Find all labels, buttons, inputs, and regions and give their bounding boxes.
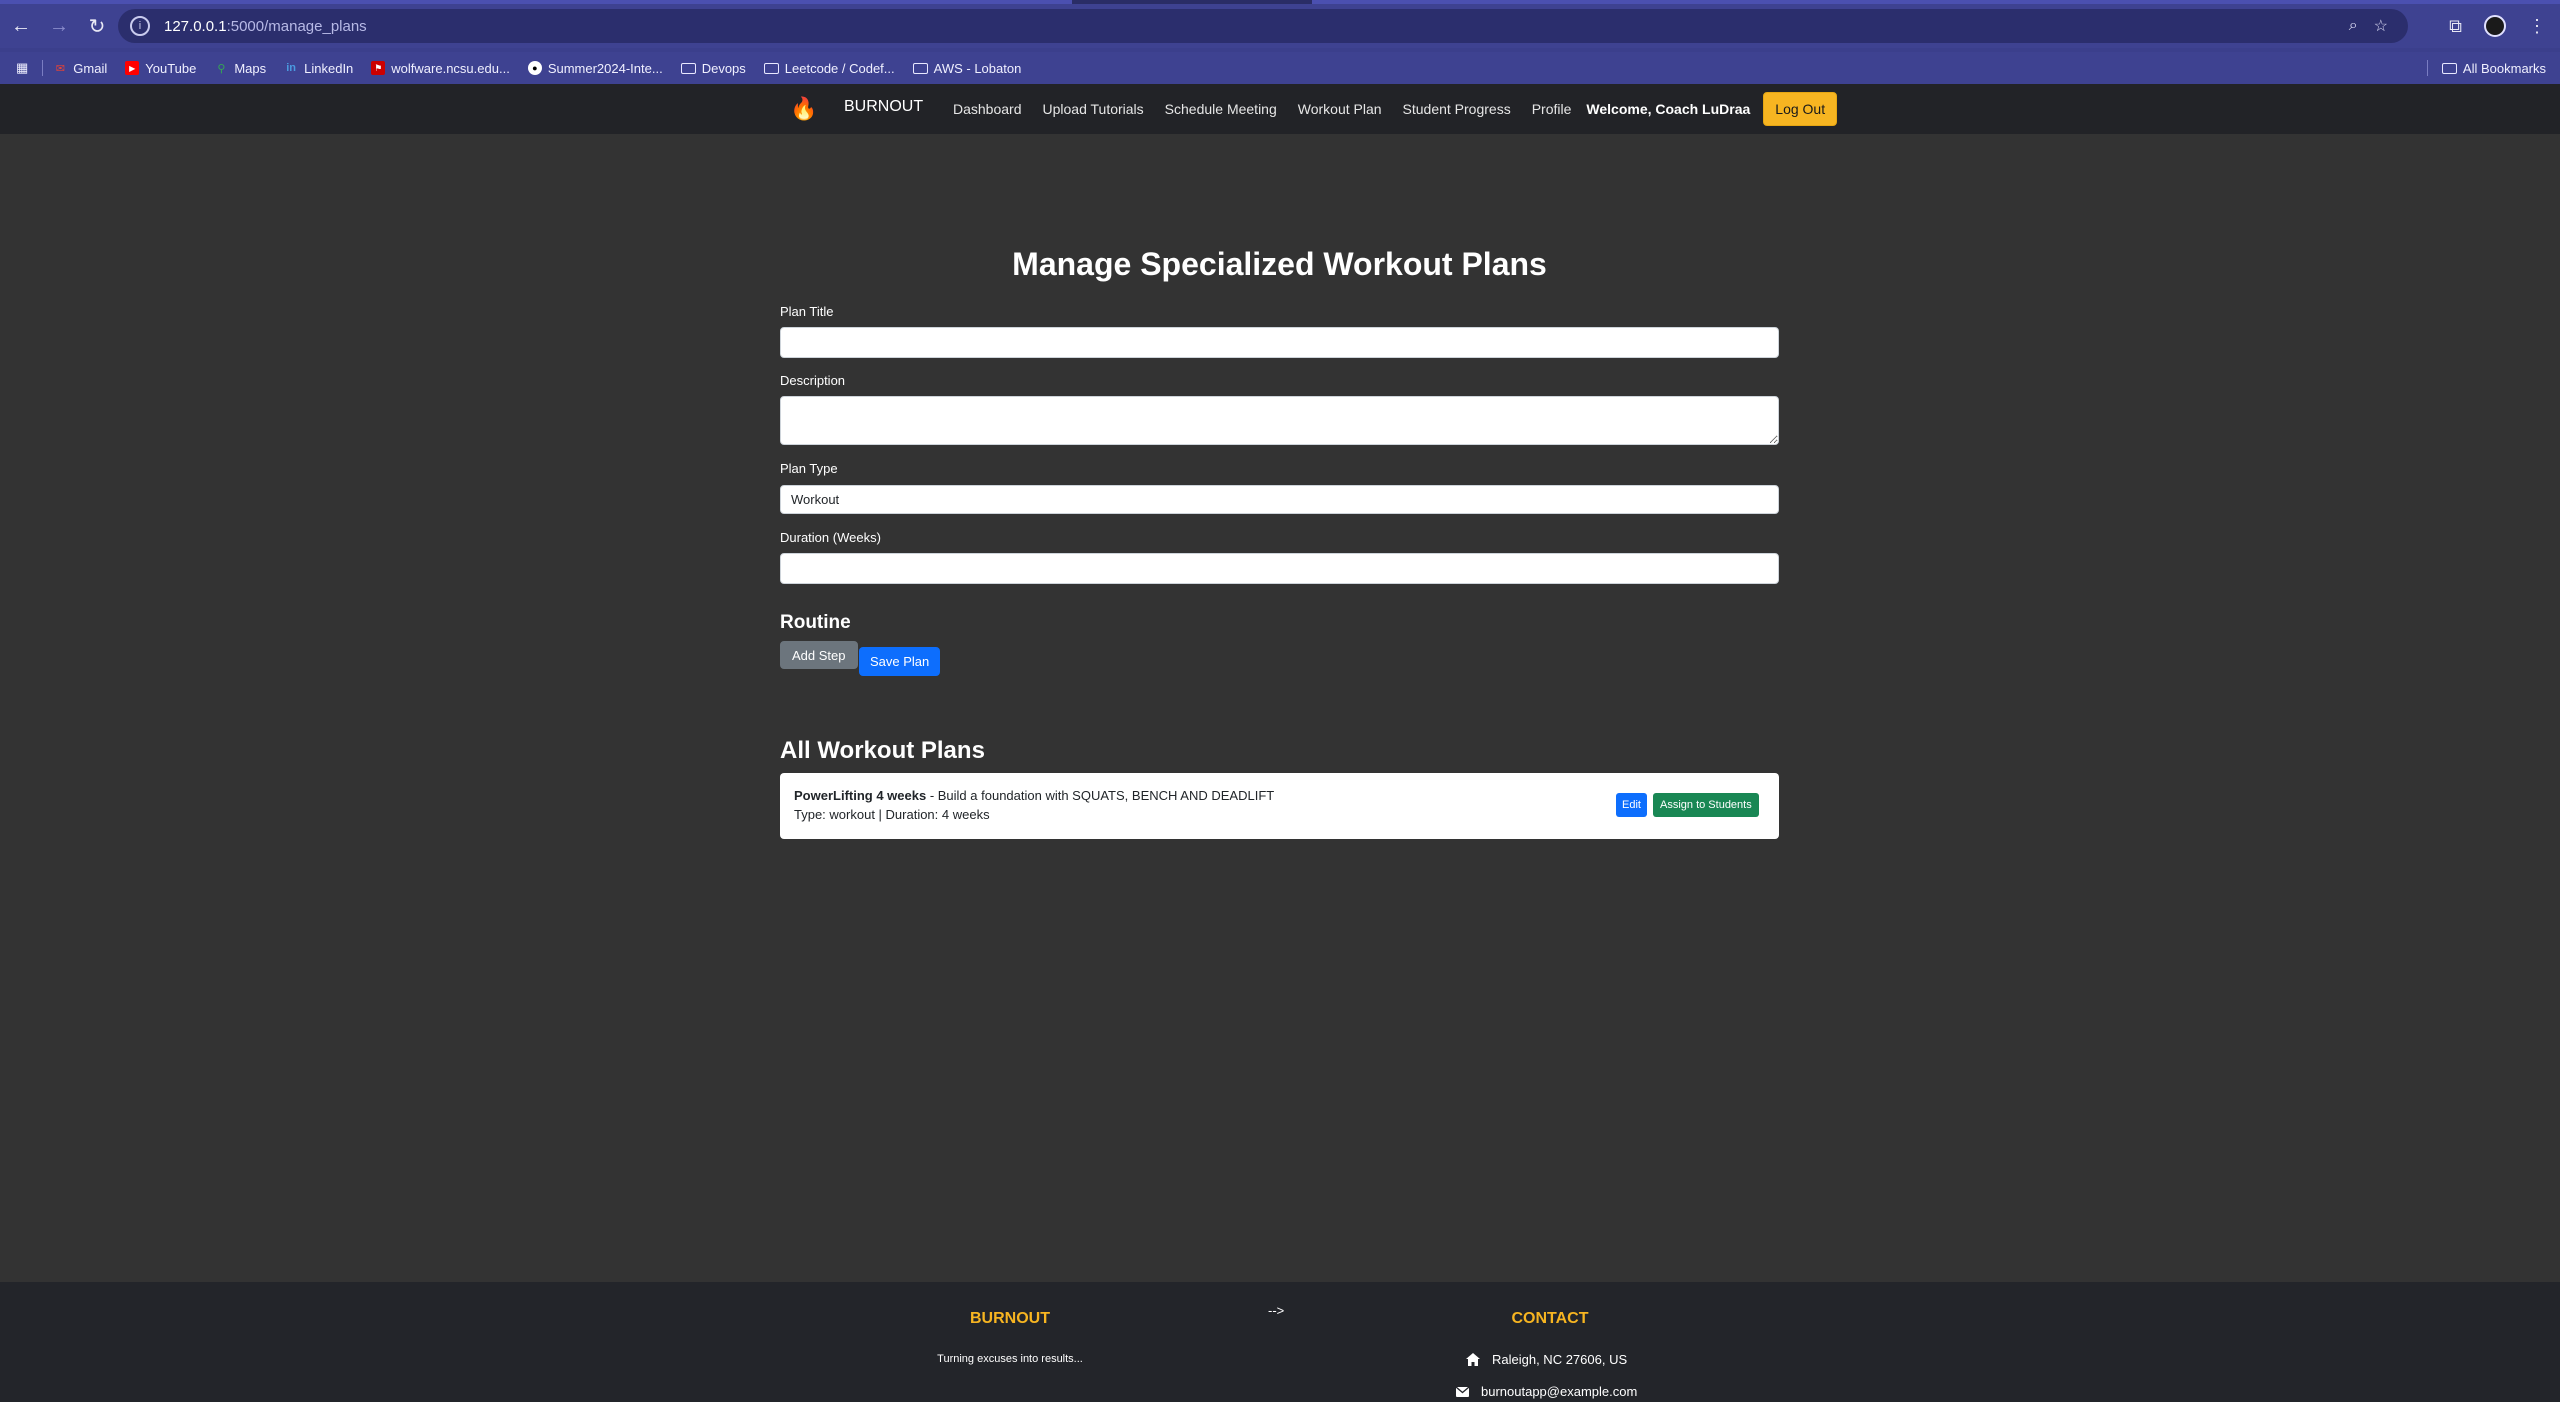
ncsu-icon: ⚑: [371, 61, 386, 75]
footer-address: Raleigh, NC 27606, US: [1466, 1352, 1627, 1367]
bookmark-label: LinkedIn: [304, 60, 354, 76]
footer-contact-heading: CONTACT: [1511, 1310, 1589, 1327]
profile-avatar-icon[interactable]: [2484, 15, 2506, 37]
edit-plan-button[interactable]: Edit: [1616, 793, 1647, 817]
url-text[interactable]: 127.0.0.1:5000/manage_plans: [164, 18, 367, 35]
bookmark-label: YouTube: [145, 60, 197, 76]
duration-label: Duration (Weeks): [780, 530, 881, 545]
apps-grid-icon[interactable]: ▦: [16, 60, 28, 76]
plan-name: PowerLifting 4 weeks: [794, 788, 927, 803]
gmail-icon: ✉: [55, 62, 65, 75]
footer-stray-text: -->: [1268, 1303, 1285, 1318]
bookmarks-divider: [2426, 60, 2428, 76]
forward-icon[interactable]: →: [42, 9, 76, 43]
flame-logo-icon[interactable]: 🔥: [790, 96, 817, 122]
page-title: Manage Specialized Workout Plans: [1012, 246, 1547, 282]
menu-kebab-icon[interactable]: ⋮: [2528, 16, 2546, 37]
footer-email[interactable]: burnoutapp@example.com: [1456, 1384, 1637, 1399]
plan-title-input[interactable]: [780, 327, 1779, 358]
bookmark-label: Gmail: [73, 60, 108, 76]
bookmark-maps[interactable]: ⚲ Maps: [214, 61, 266, 76]
zoom-icon[interactable]: ⌕: [2349, 17, 2358, 35]
plan-description: - Build a foundation with SQUATS, BENCH …: [926, 788, 1275, 803]
bookmark-label: Devops: [701, 60, 746, 76]
bookmark-label: Maps: [234, 60, 267, 76]
bookmark-leetcode[interactable]: Leetcode / Codef...: [763, 60, 895, 76]
bookmark-label: Leetcode / Codef...: [784, 60, 895, 76]
browser-toolbar: ← → ↻ i 127.0.0.1:5000/manage_plans ⌕ ☆ …: [0, 0, 2560, 52]
bookmarks-bar: ▦ ✉ Gmail ▶ YouTube ⚲ Maps in LinkedIn ⚑ wolf…: [0, 52, 2560, 84]
add-step-button[interactable]: Add Step: [780, 641, 858, 669]
back-icon[interactable]: ←: [4, 9, 38, 43]
bookmark-label: Summer2024-Inte...: [547, 60, 663, 76]
site-info-icon[interactable]: i: [130, 16, 150, 36]
footer-tagline: Turning excuses into results...: [937, 1353, 1083, 1365]
url-host: 127.0.0.1: [164, 17, 227, 35]
bookmark-star-icon[interactable]: ☆: [2374, 16, 2388, 36]
footer: BURNOUT Turning excuses into results... …: [0, 1282, 2560, 1402]
footer-address-text: Raleigh, NC 27606, US: [1492, 1352, 1628, 1367]
youtube-icon: ▶: [125, 61, 140, 75]
folder-icon: [2441, 62, 2457, 74]
duration-input[interactable]: [780, 553, 1779, 584]
logout-button[interactable]: Log Out: [1763, 92, 1838, 126]
maps-icon: ⚲: [217, 62, 226, 75]
bookmark-label: AWS - Lobaton: [933, 60, 1022, 76]
bookmark-label: wolfware.ncsu.edu...: [391, 60, 510, 76]
nav-workout-plan[interactable]: Workout Plan: [1298, 101, 1382, 117]
bookmark-devops[interactable]: Devops: [680, 60, 746, 76]
plan-summary: PowerLifting 4 weeks - Build a foundatio…: [794, 788, 1274, 803]
folder-icon: [680, 62, 696, 74]
bookmark-summer2024[interactable]: ● Summer2024-Inte...: [527, 60, 663, 76]
description-textarea[interactable]: [780, 396, 1779, 445]
assign-students-button[interactable]: Assign to Students: [1653, 793, 1759, 817]
bookmark-aws[interactable]: AWS - Lobaton: [912, 60, 1022, 76]
all-bookmarks[interactable]: All Bookmarks: [2423, 52, 2546, 84]
nav-dashboard[interactable]: Dashboard: [953, 101, 1022, 117]
all-bookmarks-label: All Bookmarks: [2462, 60, 2546, 76]
welcome-text: Welcome, Coach LuDraa: [1586, 101, 1751, 117]
folder-icon: [912, 62, 928, 74]
nav-student-progress[interactable]: Student Progress: [1403, 101, 1511, 117]
nav-schedule-meeting[interactable]: Schedule Meeting: [1165, 101, 1277, 117]
reload-icon[interactable]: ↻: [80, 9, 114, 43]
plan-meta: Type: workout | Duration: 4 weeks: [794, 807, 990, 822]
footer-brand: BURNOUT: [970, 1310, 1050, 1327]
bookmark-wolfware[interactable]: ⚑ wolfware.ncsu.edu...: [371, 61, 510, 76]
plan-card: PowerLifting 4 weeks - Build a foundatio…: [780, 773, 1779, 839]
app-navbar: 🔥 BURNOUT Dashboard Upload Tutorials Sch…: [0, 84, 2560, 134]
envelope-icon: [1456, 1386, 1469, 1397]
folder-icon: [763, 62, 779, 74]
routine-heading: Routine: [780, 612, 851, 633]
linkedin-icon: in: [286, 62, 297, 74]
plan-type-label: Plan Type: [780, 461, 838, 476]
save-plan-button[interactable]: Save Plan: [859, 647, 941, 676]
description-label: Description: [780, 373, 846, 388]
github-icon: ●: [527, 61, 542, 75]
brand-name[interactable]: BURNOUT: [844, 98, 923, 116]
plan-title-label: Plan Title: [780, 304, 834, 319]
url-row: ← → ↻ i 127.0.0.1:5000/manage_plans ⌕ ☆ …: [0, 4, 2560, 48]
home-icon: [1466, 1353, 1480, 1366]
bookmark-gmail[interactable]: ✉ Gmail: [53, 60, 108, 76]
address-bar[interactable]: i 127.0.0.1:5000/manage_plans ⌕ ☆: [118, 9, 2408, 43]
extensions-icon[interactable]: ⧉: [2449, 16, 2462, 37]
plan-type-select[interactable]: [780, 485, 1779, 514]
bookmark-youtube[interactable]: ▶ YouTube: [125, 61, 196, 76]
bookmarks-divider: [42, 60, 44, 76]
nav-upload-tutorials[interactable]: Upload Tutorials: [1043, 101, 1144, 117]
url-path: :5000/manage_plans: [226, 17, 367, 35]
nav-links: Dashboard Upload Tutorials Schedule Meet…: [953, 84, 1838, 134]
bookmark-linkedin[interactable]: in LinkedIn: [284, 61, 353, 76]
nav-profile[interactable]: Profile: [1532, 101, 1572, 117]
footer-email-text: burnoutapp@example.com: [1481, 1384, 1638, 1399]
all-plans-heading: All Workout Plans: [780, 737, 985, 764]
